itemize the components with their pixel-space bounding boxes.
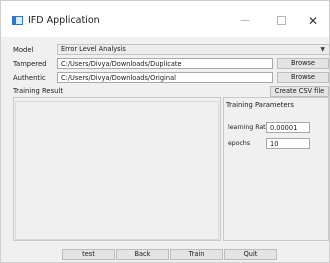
model-label: Model xyxy=(13,46,34,54)
training-result-panel xyxy=(13,97,221,241)
tampered-label: Tampered xyxy=(13,60,47,68)
training-result-area xyxy=(15,101,219,240)
train-button[interactable]: Train xyxy=(170,249,223,260)
training-parameters-panel: Training Parameters learning Rat epochs xyxy=(223,97,329,241)
training-result-label: Training Result xyxy=(13,87,63,95)
back-button[interactable]: Back xyxy=(116,249,169,260)
app-window: IFD Application — ✕ Model Error Level An… xyxy=(0,0,330,263)
minimize-button[interactable]: — xyxy=(230,10,260,32)
title-bar: IFD Application — ✕ xyxy=(1,1,329,37)
learning-rate-input[interactable] xyxy=(266,122,310,133)
close-button[interactable]: ✕ xyxy=(298,10,328,32)
test-button[interactable]: test xyxy=(62,249,115,260)
create-csv-button[interactable]: Create CSV file xyxy=(270,86,329,97)
epochs-label: epochs xyxy=(228,140,251,147)
authentic-browse-button[interactable]: Browse xyxy=(277,72,329,83)
tampered-browse-button[interactable]: Browse xyxy=(277,58,329,69)
model-select-value: Error Level Analysis xyxy=(61,45,126,53)
tampered-path-input[interactable] xyxy=(57,58,273,69)
maximize-button[interactable] xyxy=(266,10,296,32)
chevron-down-icon: ▼ xyxy=(320,46,325,53)
maximize-icon xyxy=(276,15,286,25)
window-title: IFD Application xyxy=(28,15,100,26)
app-window-icon xyxy=(12,16,23,25)
epochs-input[interactable] xyxy=(266,138,310,149)
learning-rate-label: learning Rat xyxy=(228,124,266,131)
authentic-path-input[interactable] xyxy=(57,72,273,83)
training-parameters-title: Training Parameters xyxy=(226,101,294,109)
authentic-label: Authentic xyxy=(13,74,46,82)
quit-button[interactable]: Quit xyxy=(224,249,277,260)
model-select[interactable]: Error Level Analysis ▼ xyxy=(57,44,330,55)
